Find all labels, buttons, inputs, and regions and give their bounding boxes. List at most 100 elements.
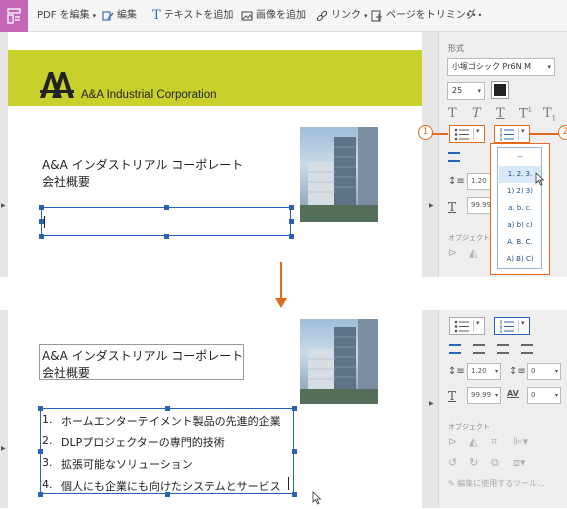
numbering-option-ABC-dot[interactable]: A. B. C. xyxy=(499,234,541,251)
panel-collapse-arrow[interactable]: ▶ xyxy=(429,400,434,407)
flip-horizontal-icon[interactable]: ◭ xyxy=(469,435,477,448)
edit-pdf-label: PDF を編集 xyxy=(37,10,90,21)
edit-with-tool-button[interactable]: ✎ 編集に使用するツール... xyxy=(448,478,545,489)
align-right-icon[interactable] xyxy=(497,344,509,354)
chevron-down-icon: ▾ xyxy=(554,392,558,399)
char-spacing-select[interactable]: 0 ▾ xyxy=(527,387,561,404)
line-spacing-select[interactable]: 1.20 ▾ xyxy=(467,363,501,380)
resize-handle[interactable] xyxy=(39,234,44,239)
link-menu[interactable]: リンク ▾ xyxy=(316,9,368,23)
empty-text-frame[interactable] xyxy=(41,207,291,236)
subscript-icon[interactable]: T1 xyxy=(543,106,556,123)
numbering-option-ABC-paren[interactable]: A) B) C) xyxy=(499,251,541,268)
align-center-icon[interactable] xyxy=(473,344,485,354)
crop-icon[interactable]: ⌗ xyxy=(491,435,497,449)
arrange-icon[interactable]: ⧈▾ xyxy=(513,456,526,470)
paragraph-spacing-icon[interactable]: ↕≡ xyxy=(509,366,526,377)
align-left-icon[interactable] xyxy=(448,152,460,162)
building-photo xyxy=(300,127,378,222)
resize-handle[interactable] xyxy=(164,205,169,210)
title-line-2[interactable]: 会社概要 xyxy=(42,173,90,190)
chevron-down-icon: ▾ xyxy=(547,63,551,71)
horizontal-scale-icon[interactable]: T xyxy=(448,200,456,214)
title-line-1[interactable]: A&A インダストリアル コーポレート xyxy=(42,347,243,364)
panel-collapse-arrow[interactable]: ▶ xyxy=(429,202,434,209)
resize-handle[interactable] xyxy=(292,449,297,454)
resize-handle[interactable] xyxy=(289,205,294,210)
resize-handle[interactable] xyxy=(292,406,297,411)
scale-value: 99.99 xyxy=(471,391,492,399)
resize-handle[interactable] xyxy=(165,406,170,411)
align-objects-icon[interactable]: ⊫▾ xyxy=(513,435,528,448)
font-color-swatch[interactable] xyxy=(491,81,509,99)
flip-vertical-icon[interactable]: ⊳ xyxy=(448,435,457,448)
flip-vertical-icon[interactable]: ⊳ xyxy=(448,246,457,259)
rotate-left-icon[interactable]: ↺ xyxy=(448,456,457,469)
line-spacing-icon[interactable]: ↕≡ xyxy=(448,366,465,377)
company-logo xyxy=(40,72,74,98)
numbered-list-button[interactable]: ▾ xyxy=(494,317,530,335)
align-left-icon[interactable] xyxy=(449,344,461,354)
superscript-icon[interactable]: T1 xyxy=(519,106,532,121)
list-item[interactable]: 拡張可能なソリューション xyxy=(61,456,193,472)
add-image-button[interactable]: 画像を追加 xyxy=(241,9,306,23)
resize-handle[interactable] xyxy=(38,449,43,454)
flip-horizontal-icon[interactable]: ◭ xyxy=(469,246,477,259)
resize-handle[interactable] xyxy=(164,234,169,239)
more-icon: ••• xyxy=(466,11,484,20)
object-section-label: オブジェクト xyxy=(448,234,490,242)
line-spacing-icon[interactable]: ↕≡ xyxy=(448,176,465,187)
resize-handle[interactable] xyxy=(38,406,43,411)
chevron-down-icon: ▾ xyxy=(494,368,498,375)
resize-handle[interactable] xyxy=(292,492,297,497)
left-collapse-arrow[interactable]: ▶ xyxy=(1,445,6,452)
bullet-list-button[interactable]: ▾ xyxy=(449,317,485,335)
text-style-icon[interactable]: T xyxy=(448,106,457,121)
down-arrow-icon xyxy=(274,262,288,314)
add-text-label: テキストを追加 xyxy=(163,10,234,21)
numbering-option-abc-paren[interactable]: a) b) c) xyxy=(499,217,541,234)
chevron-down-icon: ▾ xyxy=(521,127,525,135)
title-line-2[interactable]: 会社概要 xyxy=(42,364,90,381)
paragraph-spacing-value: 0 xyxy=(531,367,536,375)
list-item[interactable]: ホームエンターテイメント製品の先進的企業 xyxy=(61,413,281,429)
font-family-select[interactable]: 小塚ゴシック Pr6N M ▾ xyxy=(447,58,555,76)
scale-select[interactable]: 99.99▾ xyxy=(467,387,501,404)
link-label: リンク xyxy=(331,10,361,21)
underline-icon[interactable]: T xyxy=(496,106,505,121)
edit-label: 編集 xyxy=(117,10,137,21)
crop-page-button[interactable]: ページをトリミング xyxy=(371,9,476,23)
font-size-select[interactable]: 25 ▾ xyxy=(447,82,485,100)
resize-handle[interactable] xyxy=(39,205,44,210)
scale-value: 99.99 xyxy=(471,201,492,209)
numbering-option-none[interactable]: -- xyxy=(499,149,541,166)
list-item[interactable]: DLPプロジェクターの専門的技術 xyxy=(61,434,225,450)
edit-pdf-menu[interactable]: PDF を編集 ▾ xyxy=(37,9,96,23)
resize-handle[interactable] xyxy=(289,234,294,239)
bullet-list-button[interactable]: ▾ xyxy=(449,125,485,143)
italic-icon[interactable]: T xyxy=(472,106,481,121)
add-text-button[interactable]: T テキストを追加 xyxy=(152,9,233,23)
rotate-right-icon[interactable]: ↻ xyxy=(469,456,478,469)
text-cursor xyxy=(288,477,289,490)
title-line-1[interactable]: A&A インダストリアル コーポレート xyxy=(42,156,243,173)
list-item[interactable]: 個人にも企業にも向けたシステムとサービス xyxy=(61,478,281,494)
more-button[interactable]: ••• xyxy=(466,9,483,23)
building-photo xyxy=(300,319,378,404)
edit-icon xyxy=(102,11,114,21)
resize-handle[interactable] xyxy=(289,219,294,224)
replace-image-icon[interactable]: ⧉ xyxy=(491,456,499,470)
edit-button[interactable]: 編集 xyxy=(102,9,137,23)
numbering-option-abc-dot[interactable]: a. b. c. xyxy=(499,200,541,217)
left-collapse-arrow[interactable]: ▶ xyxy=(1,202,6,209)
justify-icon[interactable] xyxy=(521,344,533,354)
company-name: A&A Industrial Corporation xyxy=(81,89,217,101)
horizontal-scale-icon[interactable]: T xyxy=(448,389,456,403)
numbering-menu-list: -- 1. 2. 3. 1) 2) 3) a. b. c. a) b) c) A… xyxy=(497,147,542,269)
edit-pdf-tool-icon[interactable] xyxy=(0,0,28,32)
resize-handle[interactable] xyxy=(38,492,43,497)
paragraph-spacing-select[interactable]: 0 ▾ xyxy=(527,363,561,380)
char-spacing-icon[interactable]: AV xyxy=(507,389,519,398)
numbered-list-button[interactable]: ▾ xyxy=(494,125,530,143)
numbered-list-icon xyxy=(500,128,514,141)
